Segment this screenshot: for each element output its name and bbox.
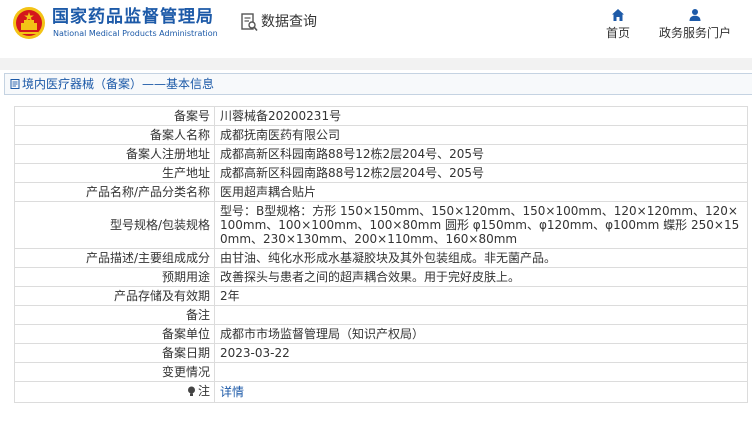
field-label: 预期用途 [14,267,215,287]
breadcrumb: 境内医疗器械（备案）——基本信息 [4,73,752,95]
field-value: 2年 [214,286,748,306]
table-row: 产品名称/产品分类名称 医用超声耦合贴片 [14,182,748,202]
field-label: 产品描述/主要组成成分 [14,248,215,268]
table-row: 产品存储及有效期 2年 [14,286,748,306]
table-row: 型号规格/包装规格 型号：B型规格：方形 150×150mm、150×120mm… [14,201,748,249]
field-label: 产品存储及有效期 [14,286,215,306]
field-value: 川蓉械备20200231号 [214,106,748,126]
org-name-cn: 国家药品监督管理局 [52,7,214,27]
table-row: 变更情况 [14,362,748,382]
field-value: 改善探头与患者之间的超声耦合效果。用于完好皮肤上。 [214,267,748,287]
home-icon [612,9,624,21]
field-value: 医用超声耦合贴片 [214,182,748,202]
nav-portal-label: 政务服务门户 [658,26,731,40]
nav-home-label: 首页 [605,26,630,40]
table-row: 预期用途 改善探头与患者之间的超声耦合效果。用于完好皮肤上。 [14,267,748,287]
header-divider [0,58,752,70]
field-label: 变更情况 [14,362,215,382]
field-value [214,362,748,382]
data-query-label: 数据查询 [261,14,317,30]
table-row: 备案人注册地址 成都高新区科园南路88号12栋2层204号、205号 [14,144,748,164]
document-icon [10,79,20,89]
document-search-icon [241,12,258,31]
field-value: 成都高新区科园南路88号12栋2层204号、205号 [214,163,748,183]
field-label: 备案人注册地址 [14,144,215,164]
nav-home[interactable]: 首页 [603,8,633,41]
field-value: 型号：B型规格：方形 150×150mm、150×120mm、150×100mm… [214,201,748,249]
table-row: 注 详情 [14,381,748,403]
breadcrumb-text: 境内医疗器械（备案）——基本信息 [22,77,215,91]
field-value: 成都高新区科园南路88号12栋2层204号、205号 [214,144,748,164]
table-row: 备注 [14,305,748,325]
table-row: 备案人名称 成都抚南医药有限公司 [14,125,748,145]
data-query-title: 数据查询 [241,11,317,33]
field-label: 生产地址 [14,163,215,183]
national-emblem-icon [13,7,45,39]
org-name-en: National Medical Products Administration [53,29,218,38]
details-link[interactable]: 详情 [220,385,244,399]
user-icon [689,9,701,21]
field-value: 由甘油、纯化水形成水基凝胶块及其外包装组成。非无菌产品。 [214,248,748,268]
nav-gov-service-portal[interactable]: 政务服务门户 [655,8,735,41]
field-value: 成都抚南医药有限公司 [214,125,748,145]
record-detail-table: 备案号 川蓉械备20200231号 备案人名称 成都抚南医药有限公司 备案人注册… [14,106,748,403]
field-label-note: 注 [14,381,215,403]
field-value: 详情 [214,381,748,403]
field-label: 备案单位 [14,324,215,344]
table-row: 备案单位 成都市市场监督管理局（知识产权局） [14,324,748,344]
table-row: 生产地址 成都高新区科园南路88号12栋2层204号、205号 [14,163,748,183]
field-label: 备案日期 [14,343,215,363]
note-label-text: 注 [197,384,210,398]
field-label: 备案号 [14,106,215,126]
field-label: 备案人名称 [14,125,215,145]
table-row: 备案日期 2023-03-22 [14,343,748,363]
table-row: 产品描述/主要组成成分 由甘油、纯化水形成水基凝胶块及其外包装组成。非无菌产品。 [14,248,748,268]
field-value [214,305,748,325]
lightbulb-icon [187,386,195,396]
field-label: 型号规格/包装规格 [14,201,215,249]
field-label: 产品名称/产品分类名称 [14,182,215,202]
site-header: 国家药品监督管理局 National Medical Products Admi… [0,0,752,58]
field-label: 备注 [14,305,215,325]
table-row: 备案号 川蓉械备20200231号 [14,106,748,126]
field-value: 成都市市场监督管理局（知识产权局） [214,324,748,344]
note-label: 注 [187,384,210,398]
field-value: 2023-03-22 [214,343,748,363]
